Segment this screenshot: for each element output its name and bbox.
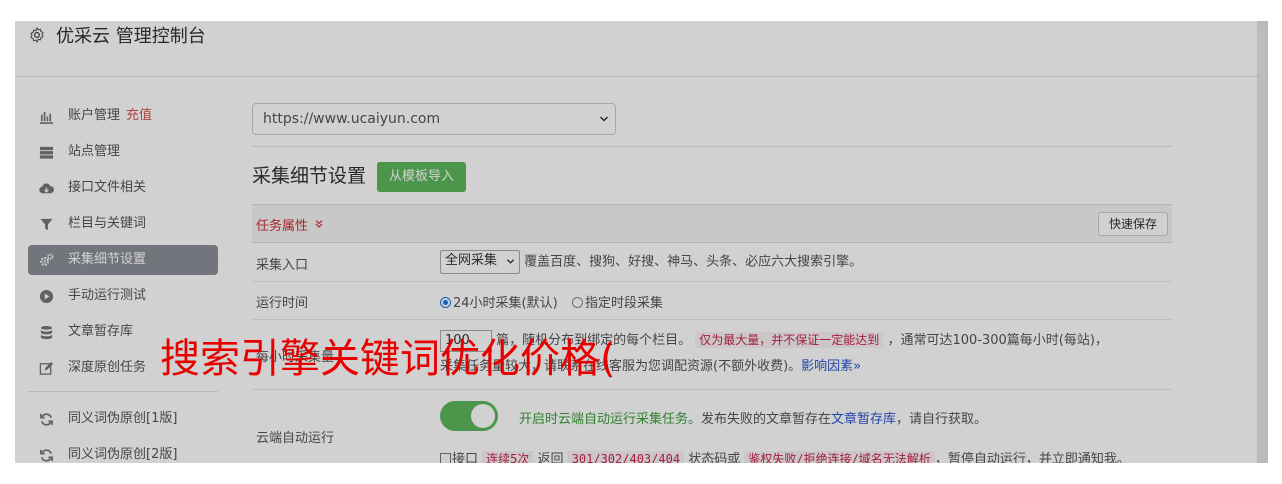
admin-console-window: 优采云 管理控制台 账户管理 充值 站点管理 接口文件相关 栏目与关键词 采集细… <box>15 21 1268 463</box>
dim-overlay <box>15 21 1268 463</box>
scrollbar[interactable] <box>1257 21 1268 463</box>
watermark-text: 搜索引擎关键词优化价格( <box>160 336 616 382</box>
scrollbar-thumb[interactable] <box>1259 25 1266 85</box>
